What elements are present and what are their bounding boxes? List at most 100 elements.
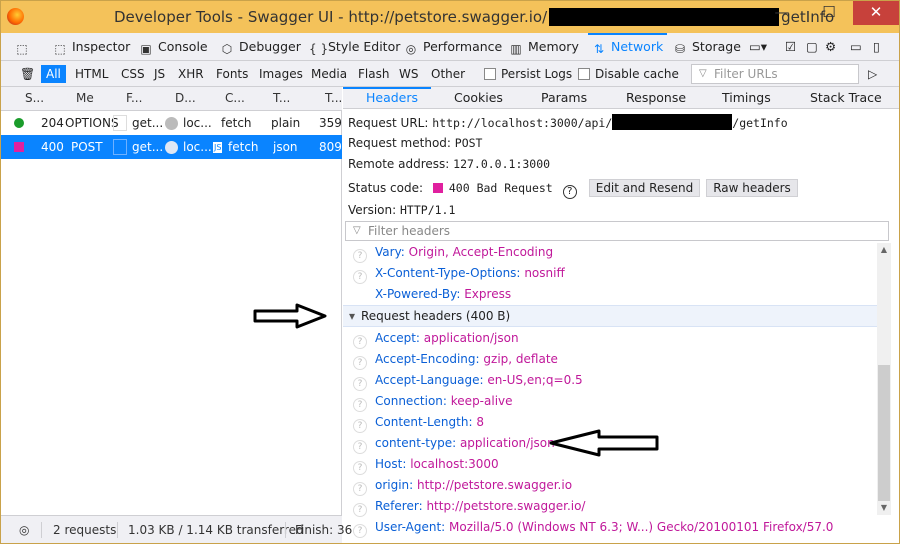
title-bar: Developer Tools - Swagger UI - http://pe… [1,1,899,33]
tab-debugger[interactable]: ⬡ Debugger [220,37,301,57]
header-row: ? Content-Length: 8 [353,415,484,433]
scroll-up-icon[interactable]: ▲ [877,243,891,257]
persist-logs-checkbox[interactable]: Persist Logs [479,65,577,83]
tab-cookies[interactable]: Cookies [454,90,503,105]
filter-media[interactable]: Media [306,65,352,83]
headers-scrollbar[interactable]: ▲ ▼ [877,243,891,515]
header-row: ? Connection: keep-alive [353,394,513,412]
filter-css[interactable]: CSS [116,65,150,83]
filter-fonts[interactable]: Fonts [211,65,253,83]
column-transferred[interactable]: T... [325,91,342,105]
pick-element-button[interactable]: ⬚ [15,37,34,57]
responsive-mode-icon[interactable]: ▭▾ [749,37,767,57]
tab-response[interactable]: Response [626,90,686,105]
column-method[interactable]: Me [76,91,94,105]
memory-icon: ▥ [510,42,522,56]
help-icon: ? [353,419,367,433]
window-title-prefix: Developer Tools - Swagger UI - http://pe… [114,8,548,26]
header-row: ? User-Agent: Mozilla/5.0 (Windows NT 6.3… [353,520,833,538]
column-cause[interactable]: C... [225,91,245,105]
maximize-button[interactable]: ☐ [806,1,852,25]
request-list-header: S... Me F... D... C... T... T... [1,87,342,111]
storage-icon: ⛁ [674,42,686,56]
devtools-toolbar: ⬚ ⬚ Inspector ▣ Console ⬡ Debugger { }Style… [1,33,899,61]
filter-ws[interactable]: WS [394,65,423,83]
edit-and-resend-button[interactable]: Edit and Resend [588,179,701,197]
sidebar-toggle-icon[interactable]: ▯ [873,37,880,57]
tab-memory[interactable]: ▥ Memory [509,37,579,57]
network-filter-bar: 🗑 All HTML CSS JS XHR Fonts Images Media… [1,61,899,87]
column-status[interactable]: S... [25,91,44,105]
dock-icon[interactable]: ▭ [850,37,862,57]
tab-storage[interactable]: ⛁ Storage [673,37,741,57]
header-row: ? origin: http://petstore.swagger.io [353,478,572,496]
file-icon [113,115,127,131]
filter-html[interactable]: HTML [70,65,113,83]
filter-other[interactable]: Other [426,65,470,83]
filter-urls-input[interactable]: Filter URLs [691,64,859,84]
redacted-block [612,114,733,130]
request-method-line: Request method: POST [348,136,483,150]
js-badge: JS [213,142,223,153]
help-icon: ? [353,249,367,263]
tab-headers[interactable]: Headers [366,90,418,105]
header-row: ? content-type: application/json [353,436,555,454]
column-file[interactable]: F... [126,91,142,105]
help-icon: ? [353,335,367,349]
filter-all[interactable]: All [41,65,66,83]
toggle-split-console-icon[interactable]: ☑ [785,37,796,57]
scroll-down-icon[interactable]: ▼ [877,501,891,515]
annotation-arrow-left-icon [549,429,659,457]
screenshot-icon[interactable]: ▢ [806,37,818,57]
globe-icon [165,141,178,154]
header-row: ? Accept-Language: en-US,en;q=0.5 [353,373,583,391]
tab-stack-trace[interactable]: Stack Trace [810,90,882,105]
performance-analysis-icon[interactable]: ◎ [19,523,29,537]
disable-cache-checkbox[interactable]: Disable cache [573,65,684,83]
globe-icon [165,117,178,130]
remote-address-line: Remote address: 127.0.0.1:3000 [348,157,551,171]
version-line: Version: HTTP/1.1 [348,203,456,217]
help-icon[interactable]: ? [562,185,577,199]
request-row[interactable]: 204 OPTIONS get... loc... fetch plain 35… [1,111,342,135]
help-icon: ? [353,461,367,475]
clear-requests-icon[interactable]: 🗑 [15,65,40,83]
window-title: Developer Tools - Swagger UI - http://pe… [114,8,834,26]
filter-flash[interactable]: Flash [353,65,394,83]
status-square-icon [432,183,443,193]
filter-headers-input[interactable]: Filter headers [345,221,889,241]
filter-images[interactable]: Images [254,65,308,83]
request-row-selected[interactable]: 400 POST get... loc... JS fetch json 809 [1,135,342,159]
column-type[interactable]: T... [273,91,290,105]
raw-headers-button[interactable]: Raw headers [706,179,798,197]
tab-network[interactable]: ⇅ Network [587,33,668,57]
filter-js[interactable]: JS [149,65,170,83]
console-icon: ▣ [140,42,152,56]
toggle-sidebar-icon[interactable]: ▷ [863,65,882,83]
tab-console[interactable]: ▣ Console [139,37,207,57]
filter-xhr[interactable]: XHR [173,65,209,83]
request-url-line: Request URL: http://localhost:3000/api//… [348,114,788,130]
help-icon: ? [353,270,367,284]
scrollbar-thumb[interactable] [878,365,890,501]
tab-style-editor[interactable]: { }Style Editor [309,37,400,57]
inspector-icon: ⬚ [54,42,66,56]
tab-performance[interactable]: ◎ Performance [404,37,502,57]
status-square-icon [14,142,24,152]
status-dot-icon [14,118,24,128]
close-window-button[interactable]: ✕ [853,1,899,25]
firefox-logo-icon [7,8,24,25]
tab-inspector[interactable]: ⬚ Inspector [53,37,130,57]
help-icon: ? [353,377,367,391]
header-row: ?X-Powered-By: Express [375,287,512,301]
tab-params[interactable]: Params [541,90,587,105]
gear-icon[interactable]: ⚙ [825,37,836,57]
help-icon: ? [353,398,367,412]
transfer-size: 1.03 KB / 1.14 KB transferred [128,523,304,537]
column-domain[interactable]: D... [175,91,196,105]
tab-timings[interactable]: Timings [722,90,771,105]
header-row: ? Accept: application/json [353,331,519,349]
minimize-button[interactable]: — [759,1,805,25]
status-code-line: Status code: 400 Bad Request? Edit and Re… [348,179,798,199]
request-headers-section[interactable]: Request headers (400 B) [343,305,877,327]
